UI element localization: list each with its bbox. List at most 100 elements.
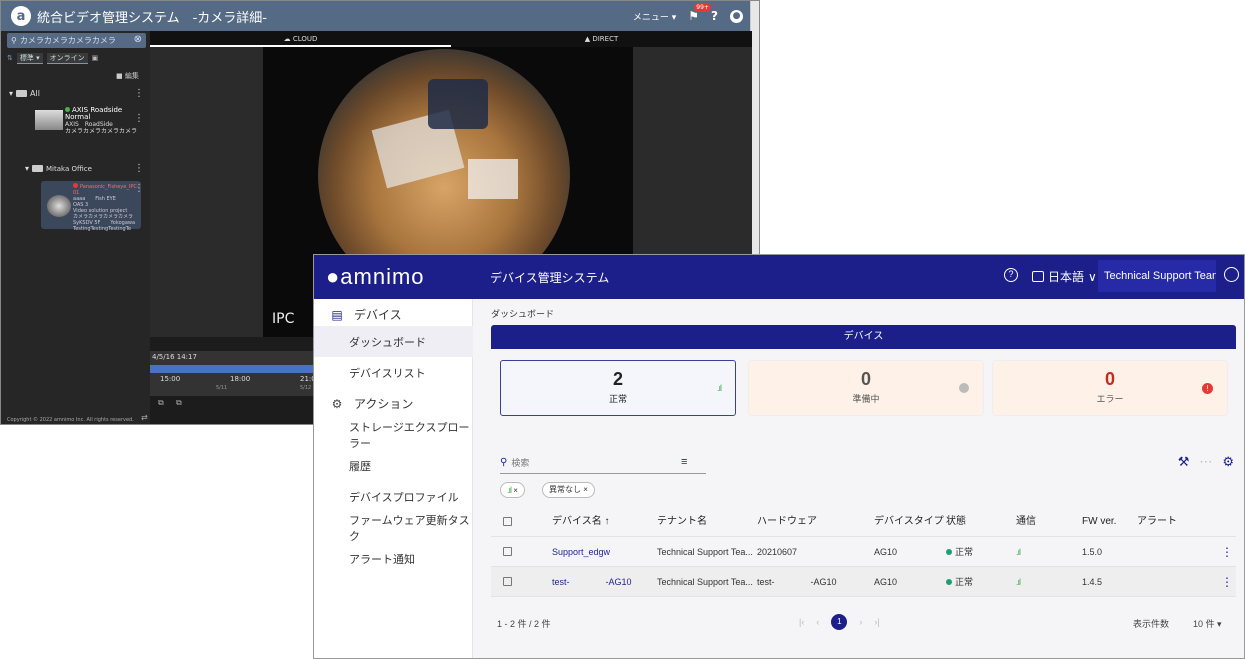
- tree-folder-all[interactable]: ▾ All: [9, 89, 40, 98]
- language-select[interactable]: 日本語 ∨: [1032, 268, 1097, 285]
- nav-storage[interactable]: ストレージエクスプローラー: [314, 419, 473, 450]
- app-logo-icon: a: [11, 6, 31, 26]
- folder-menu-icon[interactable]: ⋮: [134, 163, 144, 174]
- table-row[interactable]: Support_edgw Technical Support Tea... 20…: [491, 537, 1236, 567]
- team-select[interactable]: Technical Support Team ...: [1098, 260, 1216, 292]
- nav-label: アクション: [354, 397, 414, 411]
- tree-folder-office[interactable]: ▾ Mitaka Office: [25, 164, 92, 173]
- per-page-select[interactable]: 10 件 ▾: [1193, 617, 1222, 630]
- timeline-date-tick: 5/12: [300, 385, 312, 391]
- last-page-icon[interactable]: ›|: [874, 617, 879, 627]
- camera-search-input[interactable]: ⚲ カメラカメラカメラカメラ ⊗: [7, 33, 146, 48]
- hardware-cell: test- -AG10: [757, 577, 837, 587]
- status-card-error[interactable]: 0 エラー !: [992, 360, 1228, 416]
- row-checkbox[interactable]: [503, 547, 512, 556]
- search-text: カメラカメラカメラカメラ: [19, 36, 116, 45]
- first-page-icon[interactable]: |‹: [799, 617, 804, 627]
- nav-profile[interactable]: デバイスプロファイル: [314, 481, 473, 512]
- view-toggle-icon[interactable]: ▣: [92, 54, 99, 62]
- device-name-link[interactable]: test- -AG10: [552, 567, 632, 597]
- column-hardware[interactable]: ハードウェア: [757, 507, 817, 537]
- account-icon[interactable]: ●: [730, 9, 743, 23]
- timeline[interactable]: 4/5/16 14:17 15:00 18:00 21:0 5/11 5/12: [150, 351, 316, 396]
- nav-alert[interactable]: アラート通知: [314, 543, 473, 574]
- camera-item-fisheye[interactable]: Panasonic_Fisheye_IPC-01 aaaa Fish EYE O…: [41, 181, 141, 232]
- status-text: 正常: [955, 577, 974, 587]
- tab-label: DIRECT: [592, 35, 619, 43]
- copy-icon[interactable]: ⧉: [158, 398, 164, 408]
- settings-icon[interactable]: ⚙: [1222, 454, 1234, 470]
- folder-label: All: [30, 89, 40, 98]
- help-icon[interactable]: ?: [711, 9, 718, 23]
- collapse-sidebar-icon[interactable]: ⇄: [141, 413, 148, 422]
- language-value: 日本語: [1048, 270, 1085, 284]
- clip-icon[interactable]: ⧉: [176, 398, 182, 408]
- tenant-cell: Technical Support Tea...: [657, 577, 753, 587]
- help-icon[interactable]: ?: [1004, 268, 1018, 282]
- status-card-ok[interactable]: 2 正常 .ıl: [500, 360, 736, 416]
- timeline-bar[interactable]: [150, 365, 315, 373]
- current-page-button[interactable]: 1: [831, 614, 848, 630]
- column-device-name[interactable]: デバイス名 ↑: [552, 507, 609, 537]
- nav-label: デバイスリスト: [349, 367, 426, 380]
- edit-button[interactable]: ■ 編集: [116, 71, 139, 81]
- video-overlay-label: IPC: [272, 311, 295, 327]
- online-status-icon: [65, 107, 70, 112]
- vms-title: 統合ビデオ管理システム -カメラ詳細-: [37, 10, 267, 26]
- folder-icon: [32, 165, 44, 172]
- notification-badge: 99+: [694, 3, 711, 12]
- status-card-preparing[interactable]: 0 準備中: [748, 360, 984, 416]
- camera-menu-icon[interactable]: ⋮: [134, 183, 144, 194]
- camera-name: Panasonic_Fisheye_IPC-01: [73, 184, 139, 196]
- filter-icon[interactable]: ≡: [681, 456, 687, 468]
- tab-direct[interactable]: ▲ DIRECT: [451, 31, 752, 47]
- more-icon[interactable]: ⋯: [1199, 454, 1212, 470]
- nav-device-list[interactable]: デバイスリスト: [314, 357, 473, 388]
- row-menu-icon[interactable]: ⋮: [1221, 537, 1233, 567]
- column-communication[interactable]: 通信: [1016, 507, 1036, 537]
- camera-desc: カメラカメラカメラカメラ: [65, 128, 138, 135]
- tools-icon[interactable]: ⚒: [1178, 454, 1190, 470]
- folder-menu-icon[interactable]: ⋮: [134, 88, 144, 99]
- column-alert[interactable]: アラート: [1137, 507, 1177, 537]
- nav-actions[interactable]: ⚙ アクション: [314, 388, 473, 419]
- pending-icon: [959, 383, 969, 393]
- next-page-icon[interactable]: ›: [859, 617, 862, 627]
- camera-maker: AXIS: [65, 121, 79, 128]
- camera-menu-icon[interactable]: ⋮: [134, 113, 144, 124]
- system-title: デバイス管理システム: [490, 271, 610, 285]
- menu-button[interactable]: メニュー ▾: [633, 10, 676, 23]
- search-placeholder: 検索: [511, 458, 530, 468]
- nav-dashboard[interactable]: ダッシュボード: [314, 326, 473, 357]
- column-type[interactable]: デバイスタイプ: [874, 507, 944, 537]
- select-all-checkbox[interactable]: [503, 517, 512, 526]
- sort-value: 標準: [19, 53, 34, 62]
- timeline-tick: 15:00: [160, 375, 181, 383]
- online-filter[interactable]: オンライン: [46, 52, 88, 64]
- device-name-link[interactable]: Support_edgw: [552, 537, 610, 567]
- clear-search-icon[interactable]: ⊗: [134, 34, 142, 45]
- nav-history[interactable]: 履歴: [314, 450, 473, 481]
- filter-chip-signal[interactable]: .ıl ×: [500, 482, 525, 498]
- prev-page-icon[interactable]: ‹: [816, 617, 819, 627]
- edit-label: 編集: [124, 72, 139, 80]
- pagination: |‹ ‹ 1 › ›|: [799, 614, 880, 630]
- user-account-icon[interactable]: [1224, 267, 1239, 282]
- panel-title: デバイス: [491, 325, 1236, 349]
- camera-item-axis[interactable]: AXIS Roadside Normal AXIS RoadSide カメラカメ…: [35, 107, 145, 143]
- tab-cloud[interactable]: ☁ CLOUD: [150, 31, 451, 47]
- row-menu-icon[interactable]: ⋮: [1221, 567, 1233, 597]
- column-tenant[interactable]: テナント名: [657, 507, 707, 537]
- notification-bell-icon[interactable]: ⚑ 99+: [688, 3, 711, 23]
- caret-down-icon: ▾: [9, 89, 14, 98]
- sort-select[interactable]: 標準 ▾: [16, 52, 43, 64]
- column-status[interactable]: 状態: [946, 507, 966, 537]
- ok-status-icon: [946, 549, 952, 555]
- nav-firmware[interactable]: ファームウェア更新タスク: [314, 512, 473, 543]
- filter-chip-no-error[interactable]: 異常なし ×: [542, 482, 595, 498]
- device-search-input[interactable]: ⚲ 検索: [500, 452, 706, 474]
- column-fw[interactable]: FW ver.: [1082, 507, 1116, 537]
- row-checkbox[interactable]: [503, 577, 512, 586]
- table-row[interactable]: test- -AG10 Technical Support Tea... tes…: [491, 567, 1236, 597]
- search-icon: ⚲: [11, 36, 17, 45]
